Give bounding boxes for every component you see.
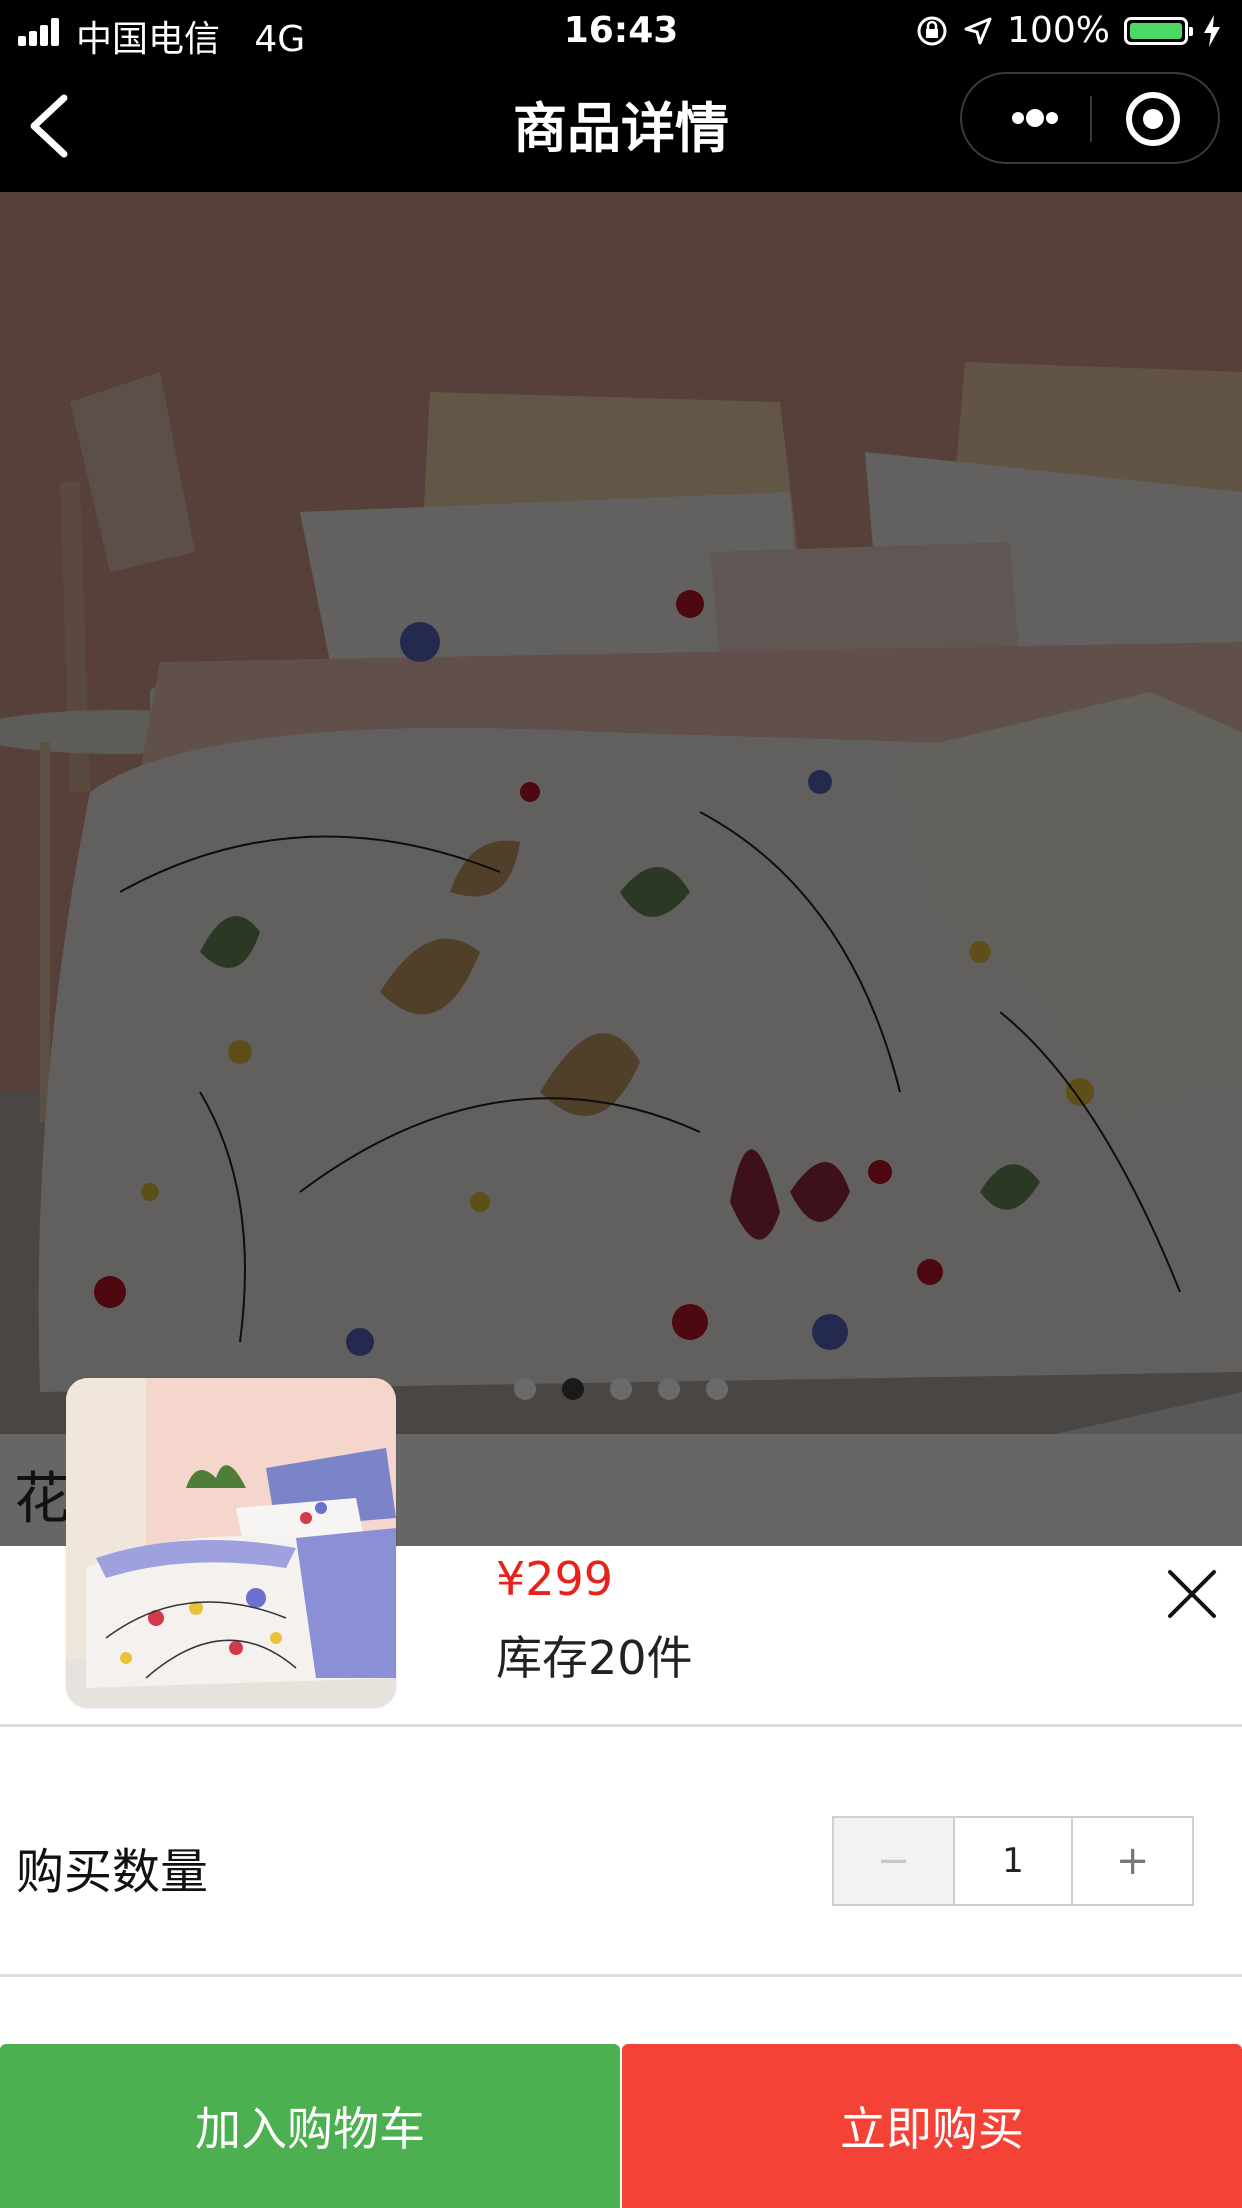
sku-price: ¥299 — [496, 1552, 614, 1606]
mini-program-capsule — [960, 72, 1220, 164]
orientation-lock-icon — [917, 16, 947, 45]
product-thumbnail — [66, 1378, 396, 1708]
more-dots-icon[interactable] — [990, 74, 1080, 162]
carousel-dot[interactable] — [658, 1378, 680, 1400]
target-circle-icon[interactable] — [1122, 88, 1184, 150]
divider — [0, 1974, 1242, 1977]
battery-icon — [1124, 16, 1193, 45]
status-right: 100% — [915, 10, 1222, 51]
quantity-input[interactable]: 1 — [955, 1818, 1074, 1904]
sku-stock: 库存20件 — [496, 1631, 693, 1685]
carousel-dot[interactable] — [514, 1378, 536, 1400]
close-icon[interactable] — [1160, 1562, 1222, 1624]
decrease-button[interactable]: − — [834, 1818, 955, 1904]
quantity-stepper: − 1 + — [832, 1816, 1194, 1906]
divider — [0, 1724, 1242, 1727]
add-to-cart-button[interactable]: 加入购物车 — [0, 2044, 620, 2208]
location-icon — [964, 17, 992, 44]
battery-percent: 100% — [1007, 10, 1110, 51]
carousel-dot[interactable] — [706, 1378, 728, 1400]
carousel-dot-active[interactable] — [562, 1378, 584, 1400]
quantity-label: 购买数量 — [16, 1844, 209, 1900]
capsule-divider — [1090, 96, 1092, 142]
status-bar: 中国电信 4G 16:43 100% — [0, 0, 1242, 62]
nav-bar: 商品详情 — [0, 62, 1242, 192]
charging-icon — [1204, 14, 1220, 47]
product-image-carousel[interactable] — [0, 192, 1242, 1434]
bedroom-photo — [0, 192, 1242, 1434]
buy-now-button[interactable]: 立即购买 — [622, 2044, 1242, 2208]
carousel-dot[interactable] — [610, 1378, 632, 1400]
increase-button[interactable]: + — [1073, 1818, 1192, 1904]
